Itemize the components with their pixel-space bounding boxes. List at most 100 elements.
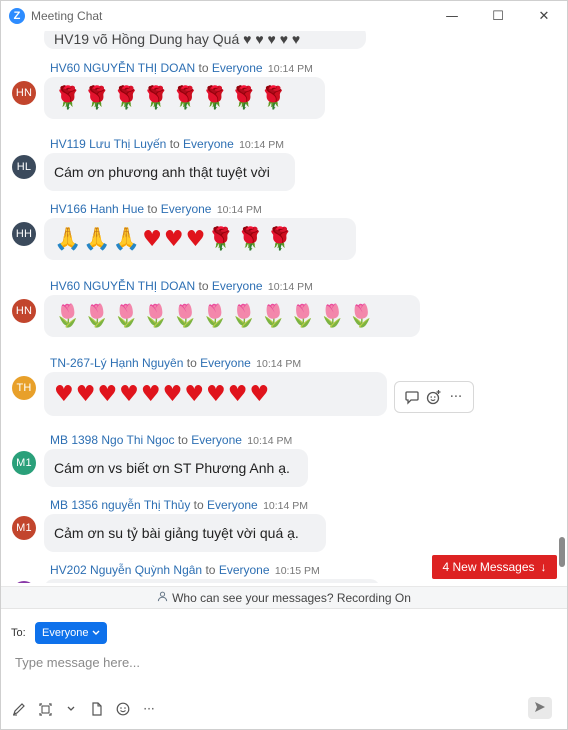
message-header: MB 1398 Ngo Thi Ngoc to Everyone 10:14 P…: [50, 433, 292, 447]
heart-emoji-group: ♥♥♥: [142, 226, 208, 252]
arrow-down-icon: ↓: [540, 560, 547, 574]
to-label: To:: [11, 627, 26, 639]
message-header: HV60 NGUYỄN THỊ DOAN to Everyone 10:14 P…: [50, 279, 313, 293]
message-hover-actions: ···: [394, 381, 474, 413]
recipient-name[interactable]: Everyone: [200, 356, 251, 370]
message-bubble[interactable]: 🌹🌹🌹🌹🌹🌹🌹🌹: [44, 77, 325, 119]
message-bubble[interactable]: 🙏🙏🙏 ♥♥♥ 🌹🌹🌹: [44, 218, 356, 260]
timestamp: 10:14 PM: [267, 63, 313, 75]
sender-name[interactable]: MB 1398 Ngo Thi Ngoc: [50, 433, 175, 447]
avatar[interactable]: M1: [12, 516, 36, 540]
avatar[interactable]: HN: [12, 299, 36, 323]
message-bubble[interactable]: 🌷🌷🌷🌷🌷🌷🌷🌷🌷🌷🌷: [44, 295, 420, 337]
message-bubble[interactable]: [44, 579, 380, 583]
message-bubble[interactable]: HV19 võ Hồng Dung hay Quá ♥ ♥ ♥ ♥ ♥: [44, 31, 366, 49]
message-input[interactable]: [15, 651, 545, 673]
recipient-name[interactable]: Everyone: [183, 137, 234, 151]
recipient-name[interactable]: Everyone: [191, 433, 242, 447]
more-icon[interactable]: ···: [447, 388, 465, 406]
recipient-name[interactable]: Everyone: [161, 202, 212, 216]
new-messages-button[interactable]: 4 New Messages ↓: [432, 555, 557, 579]
message-header: HV202 Nguyễn Quỳnh Ngân to Everyone 10:1…: [50, 563, 320, 577]
message-header: TN-267-Lý Hạnh Nguyên to Everyone 10:14 …: [50, 356, 301, 370]
avatar[interactable]: M1: [12, 451, 36, 475]
chat-message-list[interactable]: HV19 võ Hồng Dung hay Quá ♥ ♥ ♥ ♥ ♥ HV60…: [1, 31, 567, 583]
to-word: to: [186, 356, 197, 370]
message-header: HV119 Lưu Thị Luyến to Everyone 10:14 PM: [50, 137, 284, 151]
sender-name[interactable]: HV166 Hanh Hue: [50, 202, 144, 216]
maximize-button[interactable]: ☐: [475, 1, 521, 31]
to-word: to: [198, 61, 209, 75]
reply-icon[interactable]: [403, 388, 421, 406]
recipient-name[interactable]: Everyone: [207, 498, 258, 512]
message-composer: To: Everyone ···: [1, 608, 567, 729]
message-bubble[interactable]: Cám ơn vs biết ơn ST Phương Anh ạ.: [44, 449, 308, 487]
window-title: Meeting Chat: [31, 9, 103, 23]
to-word: to: [205, 563, 216, 577]
avatar[interactable]: TH: [12, 376, 36, 400]
sender-name[interactable]: TN-267-Lý Hạnh Nguyên: [50, 356, 183, 370]
recipient-name[interactable]: Everyone: [212, 279, 263, 293]
privacy-text[interactable]: Who can see your messages? Recording On: [172, 591, 411, 605]
sender-name[interactable]: HV60 NGUYỄN THỊ DOAN: [50, 279, 195, 293]
meeting-chat-window: Z Meeting Chat — ☐ ✕ HV19 võ Hồng Dung h…: [0, 0, 568, 730]
person-icon: [157, 591, 168, 605]
avatar[interactable]: HL: [12, 155, 36, 179]
timestamp: 10:14 PM: [216, 204, 262, 216]
sender-name[interactable]: HV60 NGUYỄN THỊ DOAN: [50, 61, 195, 75]
message-text: Cảm ơn su tỷ bài giảng tuyệt vời quá ạ.: [54, 525, 299, 541]
heart-emoji-row: ♥♥♥♥♥♥♥♥♥♥: [54, 381, 272, 407]
title-bar: Z Meeting Chat — ☐ ✕: [1, 1, 567, 31]
sender-name[interactable]: MB 1356 nguyễn Thị Thủy: [50, 498, 190, 512]
chat-scrollbar[interactable]: [557, 31, 565, 583]
zoom-logo-icon: Z: [9, 8, 25, 24]
message-header: HV166 Hanh Hue to Everyone 10:14 PM: [50, 202, 262, 216]
sender-name[interactable]: HV119 Lưu Thị Luyến: [50, 137, 166, 151]
send-button[interactable]: [528, 697, 552, 719]
tulip-emoji-row: 🌷🌷🌷🌷🌷🌷🌷🌷🌷🌷🌷: [54, 303, 378, 329]
to-word: to: [169, 137, 180, 151]
window-controls: — ☐ ✕: [429, 1, 567, 31]
recipient-selected: Everyone: [42, 627, 89, 639]
message-text: Cám ơn phương anh thật tuyệt vời: [54, 164, 270, 180]
emoji-icon[interactable]: [115, 701, 131, 717]
message-bubble[interactable]: Cảm ơn su tỷ bài giảng tuyệt vời quá ạ.: [44, 514, 326, 552]
rose-emoji-group: 🌹🌹🌹: [207, 226, 296, 252]
avatar[interactable]: HH: [12, 222, 36, 246]
add-reaction-icon[interactable]: [425, 388, 443, 406]
more-icon[interactable]: ···: [141, 701, 157, 717]
timestamp: 10:15 PM: [274, 565, 320, 577]
minimize-button[interactable]: —: [429, 1, 475, 31]
format-icon[interactable]: [11, 701, 27, 717]
screenshot-dropdown-icon[interactable]: [63, 701, 79, 717]
to-word: to: [177, 433, 188, 447]
message-text: Cám ơn vs biết ơn ST Phương Anh ạ.: [54, 460, 290, 476]
avatar[interactable]: HN: [12, 81, 36, 105]
message-bubble[interactable]: Cám ơn phương anh thật tuyệt vời: [44, 153, 295, 191]
timestamp: 10:14 PM: [247, 435, 293, 447]
chevron-down-icon: [92, 627, 100, 639]
pray-emoji-group: 🙏🙏🙏: [54, 226, 143, 252]
to-word: to: [198, 279, 209, 293]
message-bubble[interactable]: ♥♥♥♥♥♥♥♥♥♥: [44, 372, 387, 416]
timestamp: 10:14 PM: [267, 281, 313, 293]
recipient-name[interactable]: Everyone: [212, 61, 263, 75]
recipient-name[interactable]: Everyone: [219, 563, 270, 577]
recipient-dropdown[interactable]: Everyone: [35, 622, 108, 644]
timestamp: 10:14 PM: [256, 358, 302, 370]
send-icon: [534, 701, 546, 716]
message-header: MB 1356 nguyễn Thị Thủy to Everyone 10:1…: [50, 498, 308, 512]
privacy-notice[interactable]: Who can see your messages? Recording On: [1, 586, 567, 608]
scrollbar-thumb[interactable]: [559, 537, 565, 567]
new-messages-label: 4 New Messages: [442, 560, 535, 574]
composer-toolbar: ···: [11, 701, 157, 717]
message-text: HV19 võ Hồng Dung hay Quá ♥ ♥ ♥ ♥ ♥: [54, 31, 301, 47]
close-button[interactable]: ✕: [521, 1, 567, 31]
timestamp: 10:14 PM: [239, 139, 285, 151]
file-icon[interactable]: [89, 701, 105, 717]
to-word: to: [147, 202, 158, 216]
screenshot-icon[interactable]: [37, 701, 53, 717]
avatar[interactable]: HN: [12, 581, 36, 583]
timestamp: 10:14 PM: [263, 500, 309, 512]
sender-name[interactable]: HV202 Nguyễn Quỳnh Ngân: [50, 563, 202, 577]
